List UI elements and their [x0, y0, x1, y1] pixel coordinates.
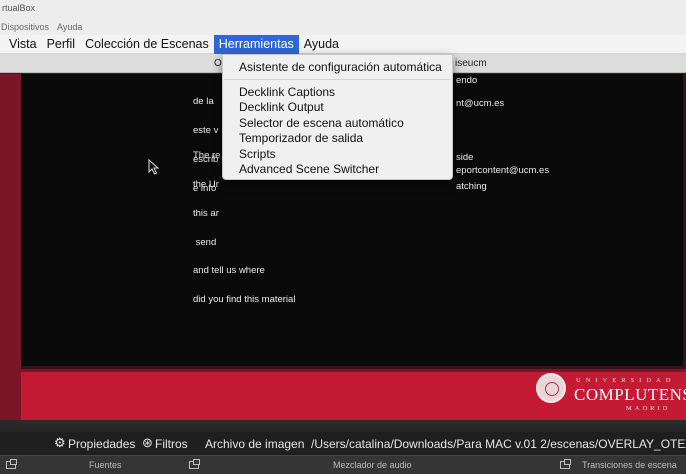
sources-dock-float-icon[interactable] [6, 459, 17, 469]
preview-bottom-strip [0, 420, 686, 426]
dock-headers: Fuentes Mezclador de audio Transiciones … [0, 455, 686, 474]
menu-item-decklink-output[interactable]: Decklink Output [239, 100, 324, 114]
preview-header-right: iseucm [455, 58, 487, 69]
filter-icon[interactable]: ⊛ [142, 435, 153, 451]
overlay-line: and tell us where [193, 265, 265, 277]
obs-menubar: Vista Perfil Colección de Escenas Herram… [0, 34, 686, 54]
university-seal-icon [536, 373, 566, 403]
preview-header-left: O [214, 58, 222, 69]
menu-separator [224, 79, 451, 80]
overlay-text-right-2: nt@ucm.es [456, 98, 505, 109]
source-toolbar: ⚙ Propiedades ⊛ Filtros Archivo de image… [0, 432, 686, 455]
transitions-dock-title: Transiciones de escena [582, 460, 677, 470]
source-type-label: Archivo de imagen [205, 437, 305, 451]
menu-scene-collection[interactable]: Colección de Escenas [80, 35, 214, 54]
sources-dock-title: Fuentes [89, 460, 122, 470]
menu-item-scripts[interactable]: Scripts [239, 147, 276, 161]
audio-dock-float-icon[interactable] [560, 459, 571, 469]
gear-icon[interactable]: ⚙ [54, 435, 66, 451]
properties-button[interactable]: Propiedades [68, 437, 135, 451]
menu-item-auto-scene-switcher[interactable]: Selector de escena automático [239, 116, 404, 130]
menu-tools[interactable]: Herramientas [213, 34, 299, 54]
overlay-line: de la [193, 96, 214, 108]
audio-mixer-dock-title: Mezclador de audio [333, 460, 412, 470]
virtualbox-menu-devices[interactable]: Dispositivos [1, 22, 49, 32]
menu-item-output-timer[interactable]: Temporizador de salida [239, 131, 363, 145]
logo-madrid-text: MADRID [626, 405, 671, 412]
screen: rtualBox Dispositivos Ayuda Vista Perfil… [0, 0, 686, 474]
file-path-field[interactable]: /Users/catalina/Downloads/Para MAC v.01 … [311, 437, 686, 451]
logo-complutense-text: COMPLUTENSE [574, 385, 686, 404]
menu-profile[interactable]: Perfil [42, 35, 80, 54]
mouse-cursor-icon [148, 159, 160, 175]
virtualbox-menubar: Dispositivos Ayuda [0, 19, 686, 35]
overlay-text-right-4: eportcontent@ucm.es [456, 165, 550, 176]
overlay-line: did you find this material [193, 294, 296, 306]
tools-dropdown-menu: Asistente de configuración automática De… [222, 54, 453, 180]
filters-button[interactable]: Filtros [155, 437, 188, 451]
overlay-line: the Ur [193, 178, 219, 190]
menu-item-autoconfig-wizard[interactable]: Asistente de configuración automática [239, 60, 442, 74]
overlay-line: atching [456, 180, 487, 192]
virtualbox-title: rtualBox [0, 0, 686, 19]
overlay-line: side [456, 152, 474, 164]
menu-item-advanced-scene-switcher[interactable]: Advanced Scene Switcher [239, 162, 379, 176]
overlay-line: send [193, 236, 217, 248]
virtualbox-title-text: rtualBox [2, 3, 36, 13]
menu-help[interactable]: Ayuda [299, 35, 344, 54]
logo-university-text: UNIVERSIDAD [576, 377, 676, 384]
menu-item-decklink-captions[interactable]: Decklink Captions [239, 85, 335, 99]
sources-dock-float-icon-2[interactable] [189, 459, 200, 469]
overlay-line: this ar [193, 207, 219, 219]
overlay-text-right-1: endo [456, 75, 478, 86]
menu-view[interactable]: Vista [4, 35, 42, 54]
virtualbox-menu-help[interactable]: Ayuda [57, 22, 82, 32]
